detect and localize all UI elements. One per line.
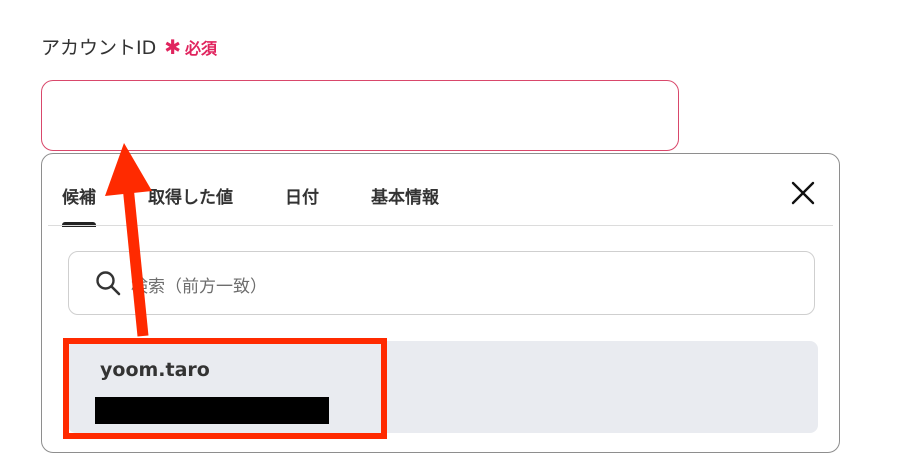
tab-divider: [48, 225, 833, 226]
search-input[interactable]: 検索（前方一致）: [68, 251, 815, 315]
option-yoom-taro[interactable]: yoom.taro: [68, 341, 818, 433]
dropdown-tabs: 候補 取得した値 日付 基本情報: [62, 176, 491, 227]
redacted-block: [95, 397, 329, 424]
tab-basic-info[interactable]: 基本情報: [371, 176, 439, 223]
tab-retrieved-values[interactable]: 取得した値: [148, 176, 233, 223]
account-id-input[interactable]: [41, 80, 679, 151]
search-icon: [95, 270, 121, 296]
account-id-label: アカウントID ✱ 必須: [41, 33, 217, 60]
required-text: 必須: [185, 38, 218, 58]
search-placeholder: 検索（前方一致）: [131, 277, 267, 297]
suggestion-dropdown: 候補 取得した値 日付 基本情報 検索（前方一致） yoom.taro: [41, 153, 840, 453]
required-asterisk-icon: ✱: [164, 34, 181, 59]
option-label: yoom.taro: [100, 359, 210, 381]
tab-date[interactable]: 日付: [285, 176, 319, 223]
account-id-label-text: アカウントID: [41, 37, 157, 59]
tab-candidates[interactable]: 候補: [62, 176, 96, 227]
close-icon[interactable]: [791, 181, 815, 205]
